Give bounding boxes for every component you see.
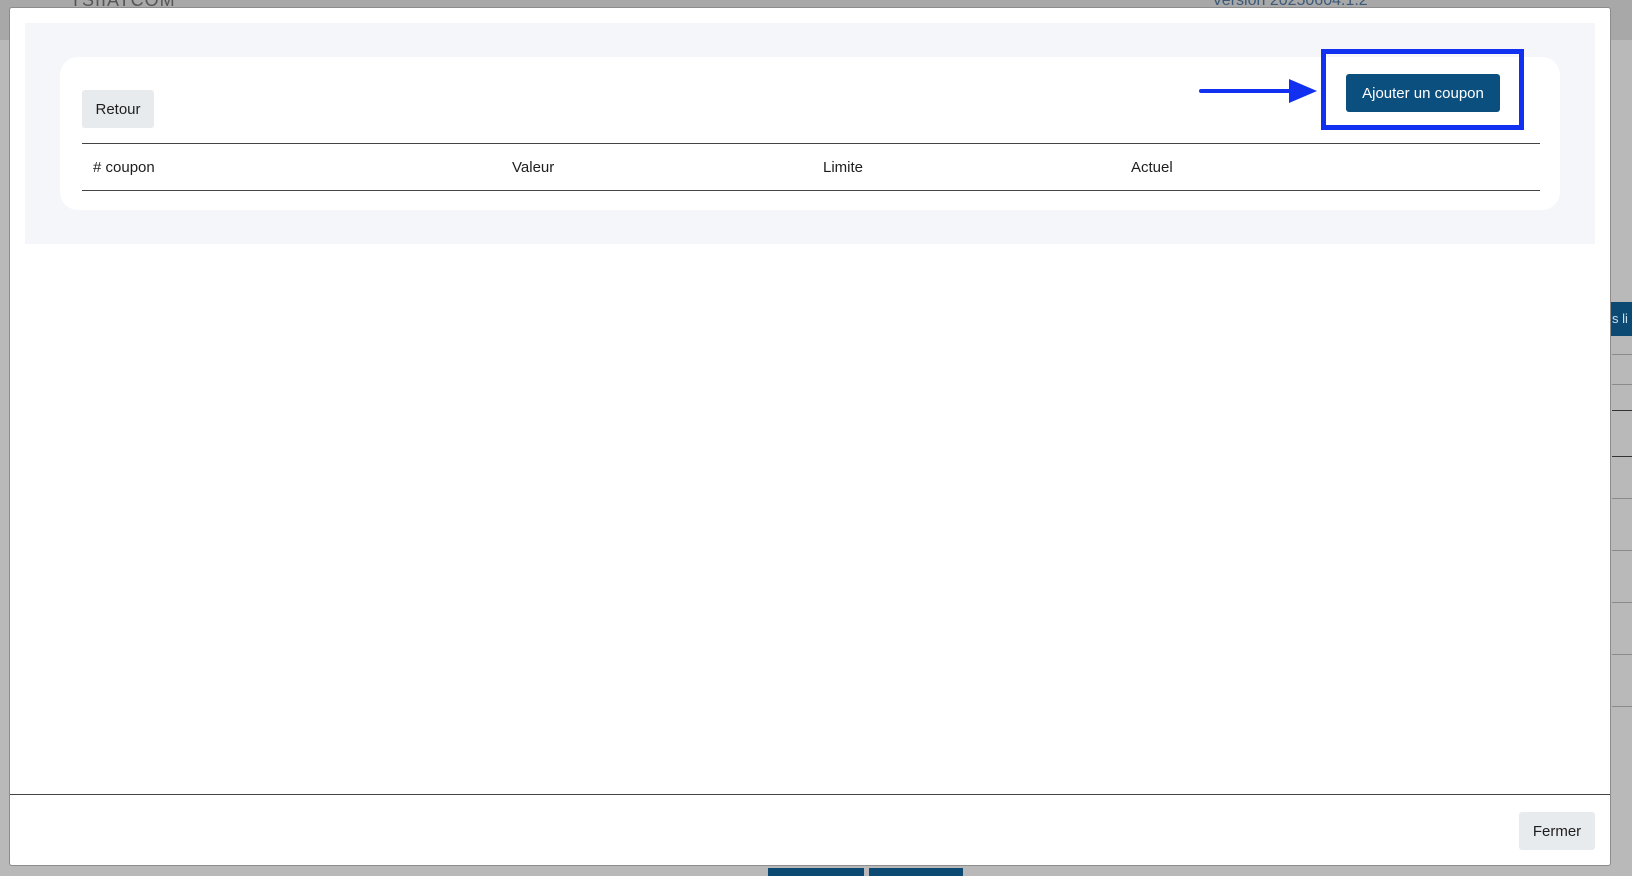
background-side-button: s li bbox=[1610, 302, 1632, 336]
column-header-coupon: # coupon bbox=[93, 159, 155, 176]
arrow-right-icon bbox=[1199, 79, 1317, 103]
column-header-actuel: Actuel bbox=[1131, 159, 1173, 176]
background-divider bbox=[1612, 706, 1632, 707]
add-coupon-button[interactable]: Ajouter un coupon bbox=[1346, 74, 1500, 112]
coupon-table-header: # coupon Valeur Limite Actuel bbox=[82, 143, 1540, 191]
modal-body: Retour Ajouter un coupon # coupon Valeur… bbox=[25, 23, 1595, 244]
background-bottom-button bbox=[768, 868, 864, 876]
back-button[interactable]: Retour bbox=[82, 90, 154, 128]
background-divider bbox=[1612, 602, 1632, 603]
background-divider bbox=[1612, 654, 1632, 655]
background-divider bbox=[1612, 354, 1632, 355]
coupon-modal: Retour Ajouter un coupon # coupon Valeur… bbox=[9, 7, 1611, 866]
close-button[interactable]: Fermer bbox=[1519, 812, 1595, 850]
modal-footer: Fermer bbox=[10, 794, 1610, 866]
background-bottom-button bbox=[869, 868, 963, 876]
coupon-card: Retour Ajouter un coupon # coupon Valeur… bbox=[60, 49, 1560, 210]
background-divider bbox=[1612, 410, 1632, 411]
column-header-limite: Limite bbox=[823, 159, 864, 176]
background-divider bbox=[1612, 550, 1632, 551]
background-divider bbox=[1612, 498, 1632, 499]
background-divider bbox=[1612, 456, 1632, 457]
column-header-valeur: Valeur bbox=[512, 159, 555, 176]
background-divider bbox=[1612, 384, 1632, 385]
